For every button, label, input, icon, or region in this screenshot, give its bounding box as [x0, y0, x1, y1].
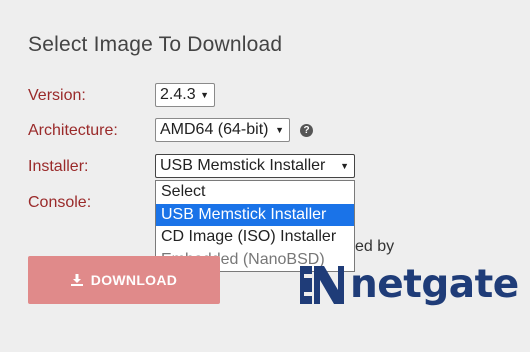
version-select[interactable]: 2.4.3 ▼ [155, 83, 215, 107]
installer-option-usb-memstick[interactable]: USB Memstick Installer [156, 203, 354, 226]
powered-by-text: ed by [355, 238, 395, 255]
netgate-logo-text: netgate [350, 262, 519, 307]
installer-option-cd-image[interactable]: CD Image (ISO) Installer [156, 226, 354, 249]
download-label: DOWNLOAD [90, 272, 178, 288]
netgate-logo-icon [300, 266, 344, 304]
console-label: Console: [28, 194, 92, 211]
chevron-down-icon: ▼ [275, 125, 284, 135]
architecture-value: AMD64 (64-bit) [160, 121, 269, 138]
chevron-down-icon: ▼ [340, 161, 349, 171]
help-icon[interactable]: ? [300, 124, 313, 137]
architecture-label: Architecture: [28, 122, 118, 139]
download-icon [70, 274, 83, 286]
installer-value: USB Memstick Installer [160, 157, 326, 174]
chevron-down-icon: ▼ [200, 90, 209, 100]
architecture-select[interactable]: AMD64 (64-bit) ▼ [155, 118, 290, 142]
installer-select[interactable]: USB Memstick Installer ▼ [155, 154, 355, 178]
download-button[interactable]: DOWNLOAD [28, 256, 220, 304]
version-value: 2.4.3 [160, 86, 196, 103]
installer-option-select[interactable]: Select [156, 181, 354, 204]
version-label: Version: [28, 87, 86, 104]
installer-label: Installer: [28, 158, 89, 175]
page-title: Select Image To Download [28, 33, 283, 56]
